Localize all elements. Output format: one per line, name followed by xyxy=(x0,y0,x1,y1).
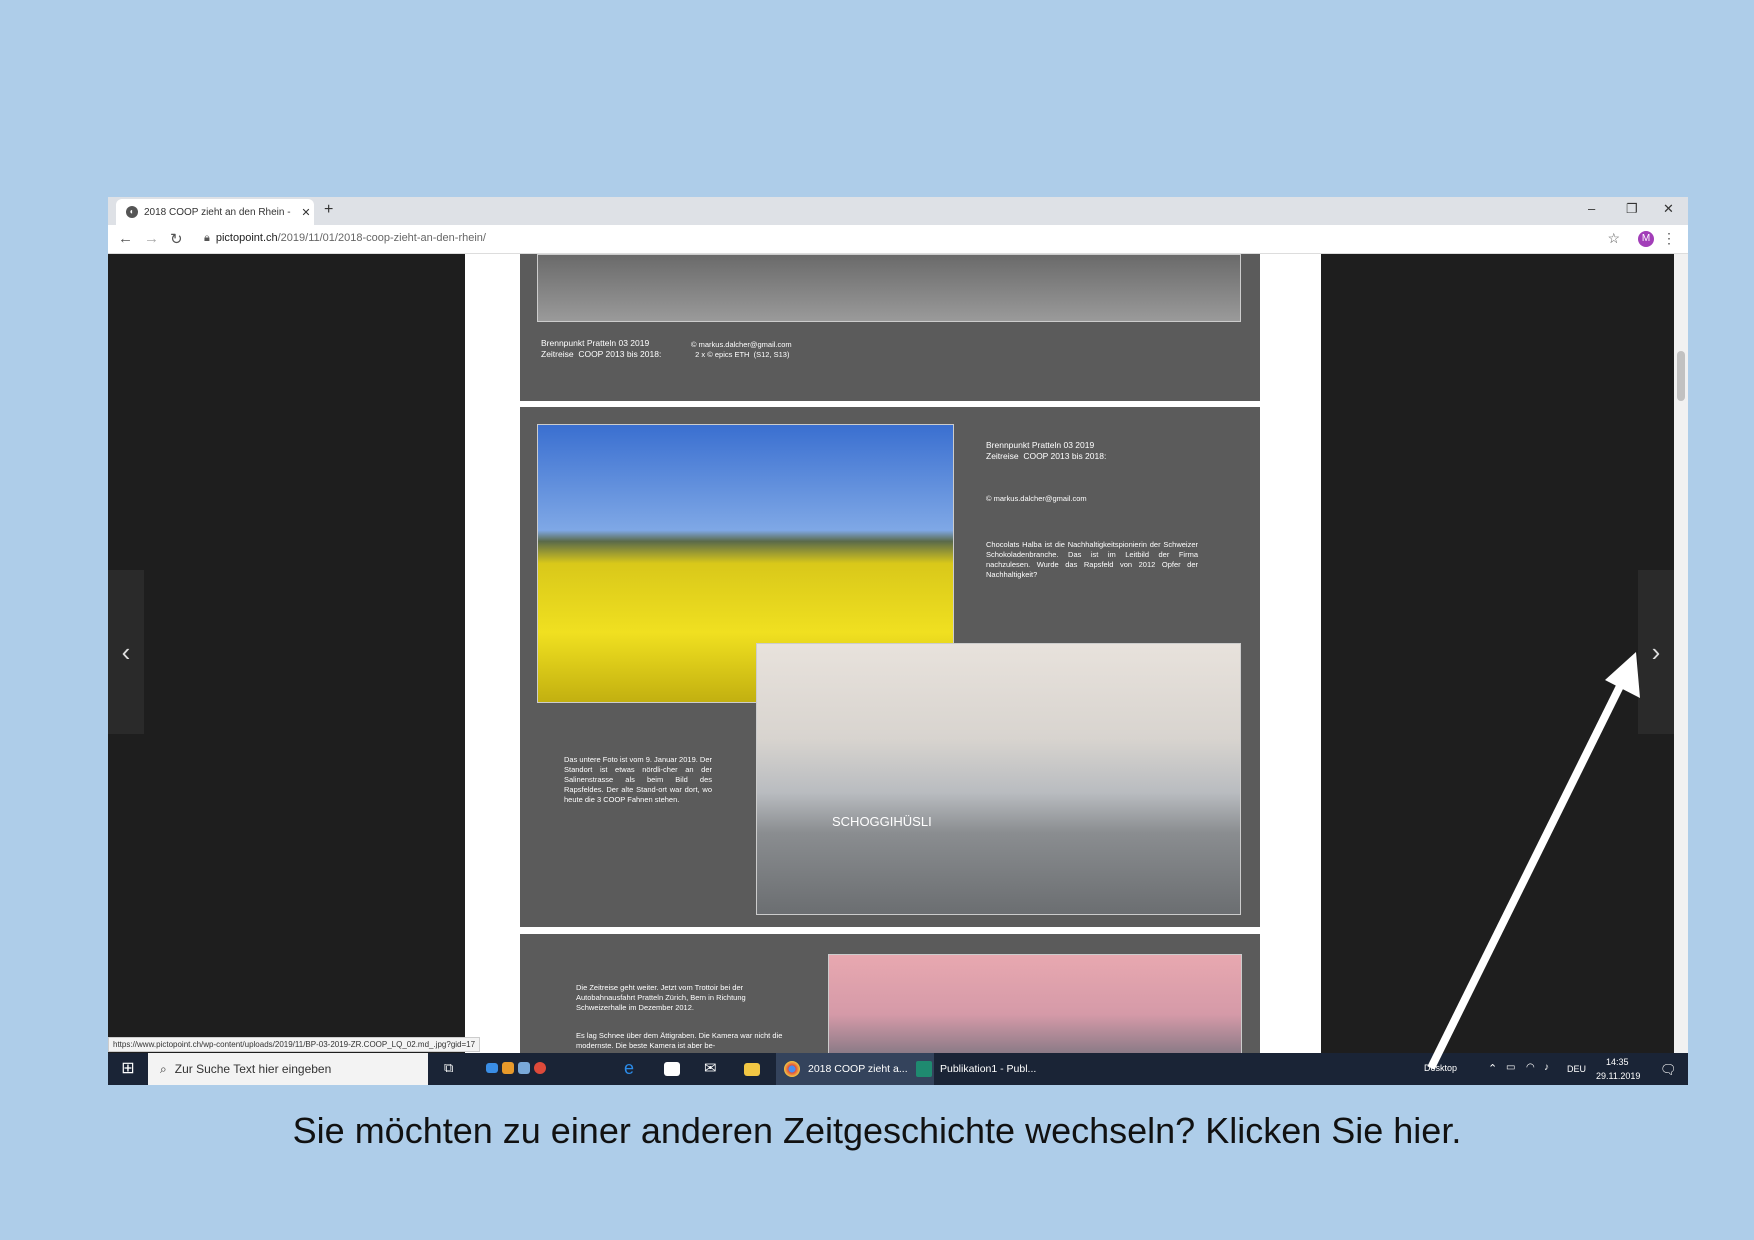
annotation-arrow xyxy=(1427,652,1640,1070)
instruction-caption: Sie möchten zu einer anderen Zeitgeschic… xyxy=(292,1110,1462,1151)
arrow-head xyxy=(1605,652,1640,698)
arrow-shaft xyxy=(1427,680,1626,1070)
